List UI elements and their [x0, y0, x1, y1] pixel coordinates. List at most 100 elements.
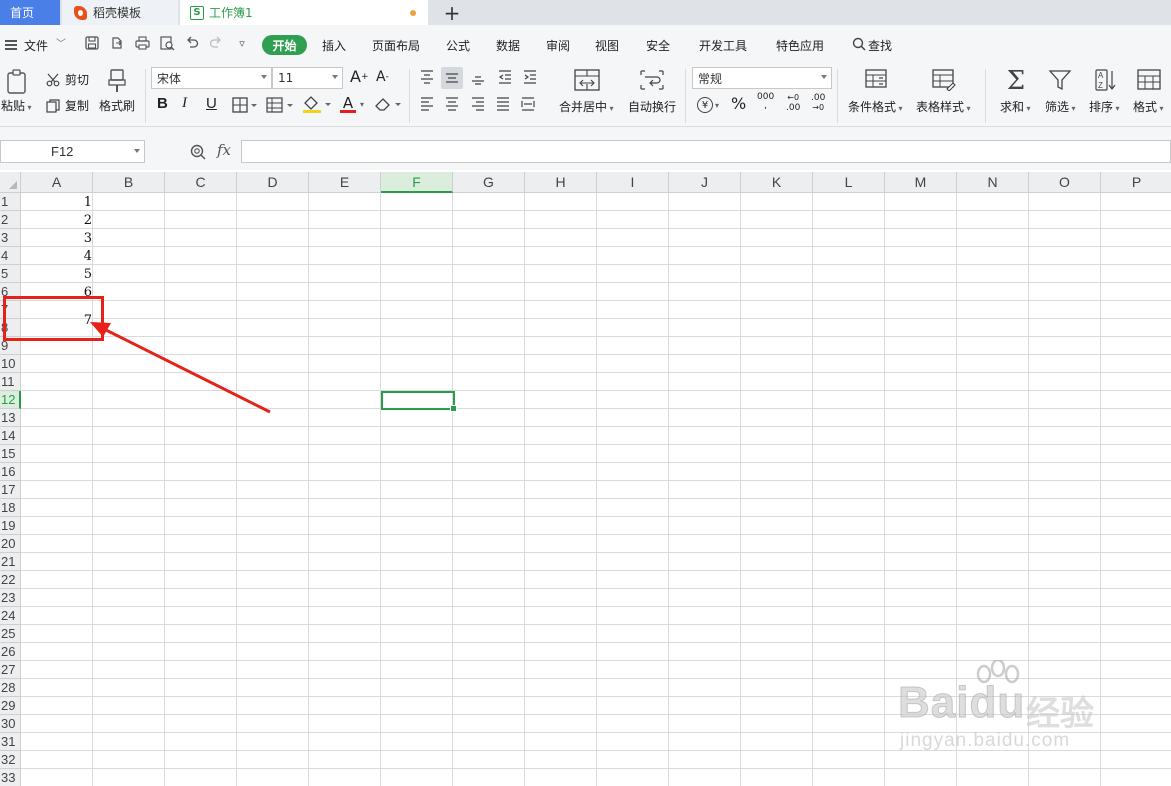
tab-view[interactable]: 视图: [595, 37, 619, 54]
align-right-icon[interactable]: [469, 96, 487, 114]
wrap-text-button[interactable]: 自动换行: [628, 98, 676, 115]
percent-button[interactable]: %: [731, 94, 746, 113]
column-header-k[interactable]: K: [741, 172, 813, 193]
tab-data[interactable]: 数据: [496, 37, 520, 54]
column-header-o[interactable]: O: [1029, 172, 1101, 193]
row-header-27[interactable]: 27: [0, 661, 21, 679]
row-header-23[interactable]: 23: [0, 589, 21, 607]
file-menu[interactable]: 文件: [24, 37, 48, 54]
quick-access-dropdown-icon[interactable]: ▿: [234, 36, 250, 52]
column-header-i[interactable]: I: [597, 172, 669, 193]
fill-color-button[interactable]: [302, 95, 332, 113]
row-header-33[interactable]: 33: [0, 769, 21, 786]
tab-page-layout[interactable]: 页面布局: [372, 37, 420, 54]
column-header-l[interactable]: L: [813, 172, 885, 193]
name-box[interactable]: F12: [0, 140, 145, 163]
column-header-j[interactable]: J: [669, 172, 741, 193]
number-format-select[interactable]: 常规: [692, 67, 832, 89]
align-center-icon[interactable]: [443, 96, 461, 114]
row-header-28[interactable]: 28: [0, 679, 21, 697]
row-header-21[interactable]: 21: [0, 553, 21, 571]
search-icon[interactable]: [851, 37, 867, 53]
cut-button[interactable]: 剪切: [46, 71, 89, 88]
table-style-button[interactable]: 表格样式 ▾: [916, 98, 971, 115]
decrease-indent-icon[interactable]: [496, 69, 514, 87]
table-style-icon[interactable]: [931, 69, 957, 93]
active-cell-cursor[interactable]: [381, 391, 457, 412]
merge-center-icon[interactable]: [573, 69, 601, 93]
row-header-29[interactable]: 29: [0, 697, 21, 715]
paste-button[interactable]: 粘贴 ▾: [1, 97, 32, 114]
cell-fill-pattern-button[interactable]: [266, 97, 294, 113]
format-painter-icon[interactable]: [106, 69, 128, 93]
merge-center-button[interactable]: 合并居中 ▾: [559, 98, 614, 115]
borders-button[interactable]: [232, 97, 258, 113]
tab-review[interactable]: 审阅: [546, 37, 570, 54]
tab-templates[interactable]: 稻壳模板: [62, 0, 178, 25]
undo-icon[interactable]: [184, 36, 200, 52]
tab-home[interactable]: 首页: [0, 0, 60, 25]
underline-button[interactable]: U: [206, 95, 217, 112]
conditional-format-button[interactable]: 条件格式 ▾: [848, 98, 903, 115]
justify-icon[interactable]: [494, 96, 512, 114]
row-header-26[interactable]: 26: [0, 643, 21, 661]
zoom-lookup-icon[interactable]: [190, 144, 206, 160]
column-header-h[interactable]: H: [525, 172, 597, 193]
column-header-p[interactable]: P: [1101, 172, 1171, 193]
sort-icon[interactable]: AZ: [1093, 69, 1119, 93]
sum-icon[interactable]: Σ: [1004, 68, 1028, 94]
tab-workbook[interactable]: S 工作簿1: [180, 0, 428, 25]
format-icon[interactable]: [1136, 69, 1162, 93]
row-header-22[interactable]: 22: [0, 571, 21, 589]
increase-decimal-button[interactable]: ←0.00: [786, 93, 800, 113]
align-left-icon[interactable]: [418, 96, 436, 114]
column-header-n[interactable]: N: [957, 172, 1029, 193]
new-tab-button[interactable]: +: [440, 1, 464, 25]
print-icon[interactable]: [134, 36, 150, 52]
tab-developer[interactable]: 开发工具: [699, 37, 747, 54]
paste-icon[interactable]: [4, 69, 30, 95]
column-header-e[interactable]: E: [309, 172, 381, 193]
row-header-30[interactable]: 30: [0, 715, 21, 733]
row-header-31[interactable]: 31: [0, 733, 21, 751]
align-bottom-icon[interactable]: [469, 69, 487, 87]
italic-button[interactable]: I: [182, 95, 187, 112]
filter-icon[interactable]: [1047, 69, 1073, 93]
formula-input[interactable]: [241, 140, 1171, 163]
sort-button[interactable]: 排序 ▾: [1089, 98, 1120, 115]
distribute-icon[interactable]: [519, 96, 537, 114]
row-header-20[interactable]: 20: [0, 535, 21, 553]
export-icon[interactable]: [109, 36, 125, 52]
tab-security[interactable]: 安全: [646, 37, 670, 54]
conditional-format-icon[interactable]: [864, 69, 890, 93]
font-color-button[interactable]: A: [340, 94, 356, 113]
row-header-17[interactable]: 17: [0, 481, 21, 499]
increase-indent-icon[interactable]: [521, 69, 539, 87]
clear-button[interactable]: [374, 96, 402, 112]
align-middle-icon[interactable]: [441, 67, 463, 89]
filter-button[interactable]: 筛选 ▾: [1045, 98, 1076, 115]
row-header-18[interactable]: 18: [0, 499, 21, 517]
decrease-decimal-button[interactable]: .00 →0: [811, 93, 825, 113]
row-header-16[interactable]: 16: [0, 463, 21, 481]
font-size-select[interactable]: 11: [272, 67, 343, 89]
tab-formulas[interactable]: 公式: [446, 37, 470, 54]
search-command[interactable]: 查找: [868, 37, 892, 54]
redo-icon[interactable]: [208, 36, 224, 52]
wrap-text-icon[interactable]: [638, 69, 666, 93]
tab-insert[interactable]: 插入: [322, 37, 346, 54]
tab-start[interactable]: 开始: [262, 35, 307, 55]
bold-button[interactable]: B: [157, 95, 168, 112]
row-header-15[interactable]: 15: [0, 445, 21, 463]
font-name-select[interactable]: 宋体: [151, 67, 272, 89]
menu-icon[interactable]: [5, 40, 17, 50]
thousands-separator-button[interactable]: 000,: [757, 93, 774, 111]
copy-button[interactable]: 复制: [46, 97, 89, 114]
currency-button[interactable]: ¥ ▾: [697, 96, 723, 114]
column-header-m[interactable]: M: [885, 172, 957, 193]
row-header-32[interactable]: 32: [0, 751, 21, 769]
chevron-down-icon[interactable]: ﹀: [56, 35, 66, 50]
save-icon[interactable]: [84, 36, 100, 52]
tab-special-apps[interactable]: 特色应用: [776, 37, 824, 54]
shrink-font-button[interactable]: A-: [376, 69, 389, 85]
